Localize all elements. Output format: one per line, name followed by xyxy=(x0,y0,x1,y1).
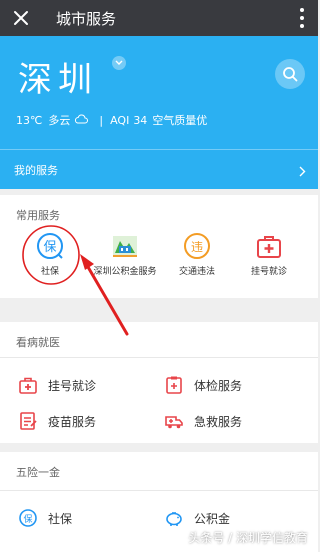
ambulance-icon xyxy=(164,411,184,431)
shebao-icon: 保 xyxy=(35,231,65,261)
cloud-icon xyxy=(74,114,89,127)
medical-item-label: 急救服务 xyxy=(194,414,243,429)
housing-fund-icon xyxy=(110,231,140,261)
section-title: 看病就医 xyxy=(16,336,60,349)
medical-section: 看病就医 挂号就诊 体检服务 疫苗服务 急救服务 xyxy=(0,322,318,443)
medical-item-register[interactable]: 挂号就诊 xyxy=(18,375,96,395)
medical-item-label: 疫苗服务 xyxy=(48,414,97,429)
top-bar: 城市服务 xyxy=(0,0,318,36)
aqi-value: 34 xyxy=(133,113,148,127)
close-icon[interactable] xyxy=(12,9,30,27)
service-register[interactable]: 挂号就诊 xyxy=(234,231,304,279)
traffic-violation-icon: 违 xyxy=(182,231,212,261)
weather-info: 13℃ 多云 | AQI 34 空气质量优 xyxy=(16,112,207,128)
medical-item-label: 挂号就诊 xyxy=(48,378,97,393)
chevron-right-icon[interactable] xyxy=(299,162,306,181)
city-switch-chevron-icon[interactable] xyxy=(112,56,126,70)
service-label: 交通违法 xyxy=(178,267,215,277)
city-name[interactable]: 深圳 xyxy=(18,52,98,101)
medical-kit-icon xyxy=(254,231,284,261)
air-quality: 空气质量优 xyxy=(152,114,208,127)
temperature: 13℃ xyxy=(16,113,43,127)
service-shebao[interactable]: 保 社保 xyxy=(15,231,85,279)
medical-item-emergency[interactable]: 急救服务 xyxy=(164,411,242,431)
piggy-bank-icon xyxy=(164,508,184,528)
medical-item-vaccine[interactable]: 疫苗服务 xyxy=(18,411,96,431)
vaccine-icon xyxy=(18,411,38,431)
medical-item-label: 体检服务 xyxy=(194,378,243,393)
service-housing-fund[interactable]: 深圳公积金服务 xyxy=(90,231,160,279)
svg-text:保: 保 xyxy=(23,513,32,525)
service-label: 挂号就诊 xyxy=(250,267,287,277)
divider xyxy=(0,149,318,150)
divider: | xyxy=(99,113,104,127)
svg-text:违: 违 xyxy=(191,240,203,254)
service-label: 深圳公积金服务 xyxy=(93,267,157,277)
checkup-icon xyxy=(164,375,184,395)
service-label: 社保 xyxy=(40,267,59,277)
search-icon[interactable] xyxy=(275,59,305,89)
service-traffic-violation[interactable]: 违 交通违法 xyxy=(162,231,232,279)
insurance-item-fund[interactable]: 公积金 xyxy=(164,508,230,528)
my-service-link[interactable]: 我的服务 xyxy=(14,162,58,178)
watermark: 头条号 / 深圳学信教育 xyxy=(188,531,308,545)
insurance-item-label: 公积金 xyxy=(194,511,231,526)
section-title: 五险一金 xyxy=(16,466,60,479)
medical-item-checkup[interactable]: 体检服务 xyxy=(164,375,242,395)
section-title: 常用服务 xyxy=(16,209,60,222)
insurance-item-shebao[interactable]: 保 社保 xyxy=(18,508,72,528)
insurance-item-label: 社保 xyxy=(48,511,73,526)
divider xyxy=(0,490,318,491)
shebao-icon: 保 xyxy=(18,508,38,528)
city-hero-banner: 深圳 13℃ 多云 | AQI 34 空气质量优 我的服务 xyxy=(0,36,318,189)
weather-condition: 多云 xyxy=(48,114,71,127)
medical-kit-icon xyxy=(18,375,38,395)
svg-text:保: 保 xyxy=(43,240,56,255)
common-services-section: 常用服务 保 社保 深圳公积金服务 违 交通违法 挂号就诊 xyxy=(0,195,318,298)
divider xyxy=(0,357,318,358)
page-title: 城市服务 xyxy=(56,10,117,28)
more-vertical-icon[interactable] xyxy=(300,8,304,28)
insurance-section: 五险一金 保 社保 公积金 头条号 / 深圳学信教育 xyxy=(0,452,318,552)
aqi-label: AQI xyxy=(110,113,130,127)
